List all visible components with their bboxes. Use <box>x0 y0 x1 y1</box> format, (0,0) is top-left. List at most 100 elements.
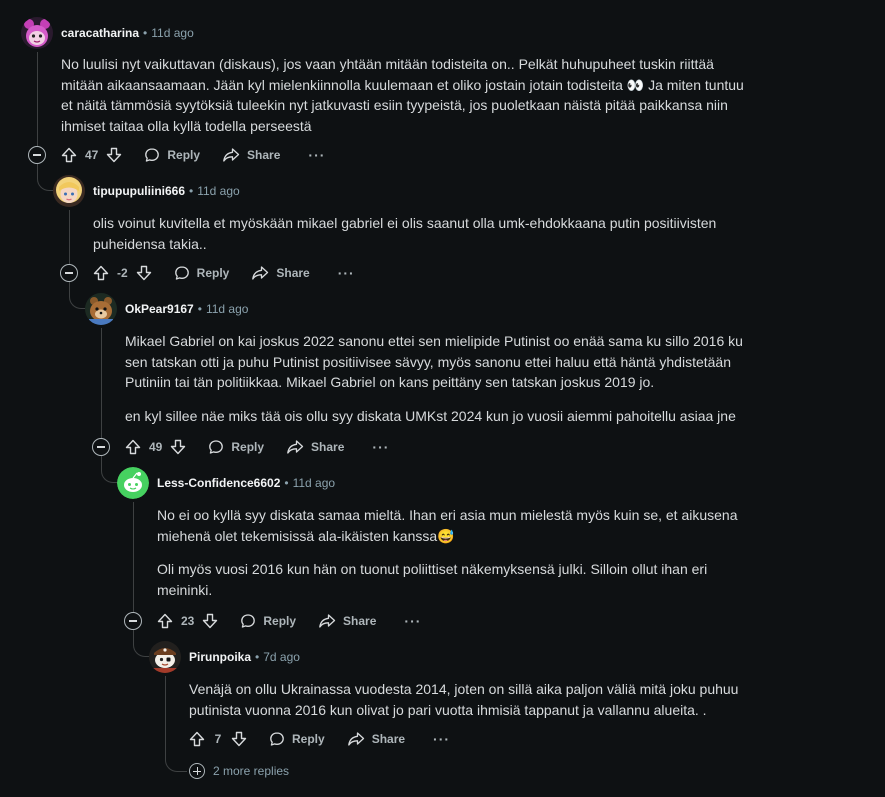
comment-actions: 49 Reply Share ··· <box>125 431 389 463</box>
comment-header: tipupupuliini666 • 11d ago <box>53 175 240 207</box>
comment-header: Pirunpoika • 7d ago <box>149 641 300 673</box>
comment-paragraph: Venäjä on ollu Ukrainassa vuodesta 2014,… <box>189 681 739 718</box>
vote-score: 47 <box>85 148 99 162</box>
vote-controls: 7 <box>189 731 247 747</box>
expand-icon <box>189 763 205 779</box>
reply-label: Reply <box>263 614 297 628</box>
comment-timestamp[interactable]: 11d ago <box>293 476 336 490</box>
comment-timestamp[interactable]: 11d ago <box>151 26 194 40</box>
comment-actions: 23 Reply Share ··· <box>157 605 421 637</box>
upvote-icon[interactable] <box>93 265 109 281</box>
collapse-icon[interactable] <box>28 146 46 164</box>
thread-line[interactable] <box>133 502 134 612</box>
share-icon <box>347 732 364 746</box>
share-button[interactable]: Share <box>347 731 405 747</box>
share-button[interactable]: Share <box>251 265 310 281</box>
thread-line[interactable] <box>37 52 38 146</box>
more-options-button[interactable]: ··· <box>433 731 450 747</box>
green-snoo-avatar[interactable] <box>117 467 149 499</box>
reply-button[interactable]: Reply <box>144 147 200 163</box>
more-options-button[interactable]: ··· <box>404 613 421 629</box>
reply-icon <box>270 732 284 746</box>
share-label: Share <box>343 614 377 628</box>
comment-author[interactable]: OkPear9167 <box>125 302 194 316</box>
reply-icon <box>241 614 256 628</box>
share-button[interactable]: Share <box>222 147 280 163</box>
reply-button[interactable]: Reply <box>269 731 325 747</box>
share-icon <box>223 148 240 162</box>
comment-body: Venäjä on ollu Ukrainassa vuodesta 2014,… <box>189 679 759 720</box>
reply-label: Reply <box>231 440 265 454</box>
share-button[interactable]: Share <box>286 439 344 455</box>
vote-score: 7 <box>214 732 222 746</box>
share-icon <box>319 614 336 628</box>
bear-character-avatar[interactable] <box>85 293 117 325</box>
reply-label: Reply <box>196 266 230 280</box>
comment-timestamp[interactable]: 7d ago <box>263 650 300 664</box>
thread-branch <box>165 750 187 772</box>
comment-timestamp[interactable]: 11d ago <box>206 302 249 316</box>
comment-paragraph: No luulisi nyt vaikuttavan (diskaus), jo… <box>61 56 744 134</box>
downvote-icon[interactable] <box>170 439 186 455</box>
downvote-icon[interactable] <box>106 147 122 163</box>
downvote-icon[interactable] <box>136 265 152 281</box>
share-label: Share <box>276 266 310 280</box>
reply-icon <box>145 148 160 162</box>
vote-score: 49 <box>149 440 163 454</box>
thread-line[interactable] <box>165 676 166 750</box>
comment-header: Less-Confidence6602 • 11d ago <box>117 467 335 499</box>
blonde-character-avatar[interactable] <box>53 175 85 207</box>
pink-character-avatar[interactable] <box>21 17 53 49</box>
reply-button[interactable]: Reply <box>240 613 296 629</box>
comment-paragraph: olis voinut kuvitella et myöskään mikael… <box>93 215 717 252</box>
upvote-icon[interactable] <box>157 613 173 629</box>
reply-icon <box>174 266 189 280</box>
more-options-button[interactable]: ··· <box>308 147 325 163</box>
vote-controls: 49 <box>125 439 186 455</box>
comment-body: Mikael Gabriel on kai joskus 2022 sanonu… <box>125 331 745 426</box>
collapse-icon[interactable] <box>124 612 142 630</box>
comment-body: No ei oo kyllä syy diskata samaa mieltä.… <box>157 505 747 600</box>
downvote-icon[interactable] <box>231 731 247 747</box>
reply-label: Reply <box>167 148 201 162</box>
thread-line[interactable] <box>101 328 102 438</box>
comment-actions: 47 Reply Share ··· <box>61 139 325 171</box>
upvote-icon[interactable] <box>189 731 205 747</box>
pirate-snoo-avatar[interactable] <box>149 641 181 673</box>
comment-author[interactable]: Less-Confidence6602 <box>157 476 280 490</box>
upvote-icon[interactable] <box>125 439 141 455</box>
comment-author[interactable]: Pirunpoika <box>189 650 251 664</box>
separator-dot: • <box>189 184 194 198</box>
more-options-button[interactable]: ··· <box>338 265 355 281</box>
collapse-icon[interactable] <box>60 264 78 282</box>
vote-controls: -2 <box>93 265 152 281</box>
more-options-button[interactable]: ··· <box>372 439 389 455</box>
comment-actions: -2 Reply Share ··· <box>93 257 355 289</box>
share-button[interactable]: Share <box>318 613 376 629</box>
vote-controls: 23 <box>157 613 218 629</box>
more-replies-button[interactable]: 2 more replies <box>189 763 289 779</box>
downvote-icon[interactable] <box>202 613 218 629</box>
comment-actions: 7 Reply Share ··· <box>189 723 450 755</box>
collapse-icon[interactable] <box>92 438 110 456</box>
comment-author[interactable]: caracatharina <box>61 26 139 40</box>
separator-dot: • <box>255 650 260 664</box>
comment-body: olis voinut kuvitella et myöskään mikael… <box>93 213 753 254</box>
separator-dot: • <box>143 26 148 40</box>
vote-score: 23 <box>181 614 195 628</box>
comment-author[interactable]: tipupupuliini666 <box>93 184 185 198</box>
comment-paragraph: No ei oo kyllä syy diskata samaa mieltä.… <box>157 507 738 544</box>
comment-paragraph: en kyl sillee näe miks tää ois ollu syy … <box>125 407 736 424</box>
reply-button[interactable]: Reply <box>208 439 264 455</box>
comment-timestamp[interactable]: 11d ago <box>197 184 240 198</box>
vote-controls: 47 <box>61 147 122 163</box>
comment-paragraph: Mikael Gabriel on kai joskus 2022 sanonu… <box>125 333 743 390</box>
separator-dot: • <box>197 302 202 316</box>
share-label: Share <box>311 440 345 454</box>
upvote-icon[interactable] <box>61 147 77 163</box>
comment-body: No luulisi nyt vaikuttavan (diskaus), jo… <box>61 54 751 136</box>
thread-line[interactable] <box>69 210 70 264</box>
reply-button[interactable]: Reply <box>174 265 230 281</box>
more-replies-label: 2 more replies <box>213 764 290 778</box>
separator-dot: • <box>284 476 289 490</box>
